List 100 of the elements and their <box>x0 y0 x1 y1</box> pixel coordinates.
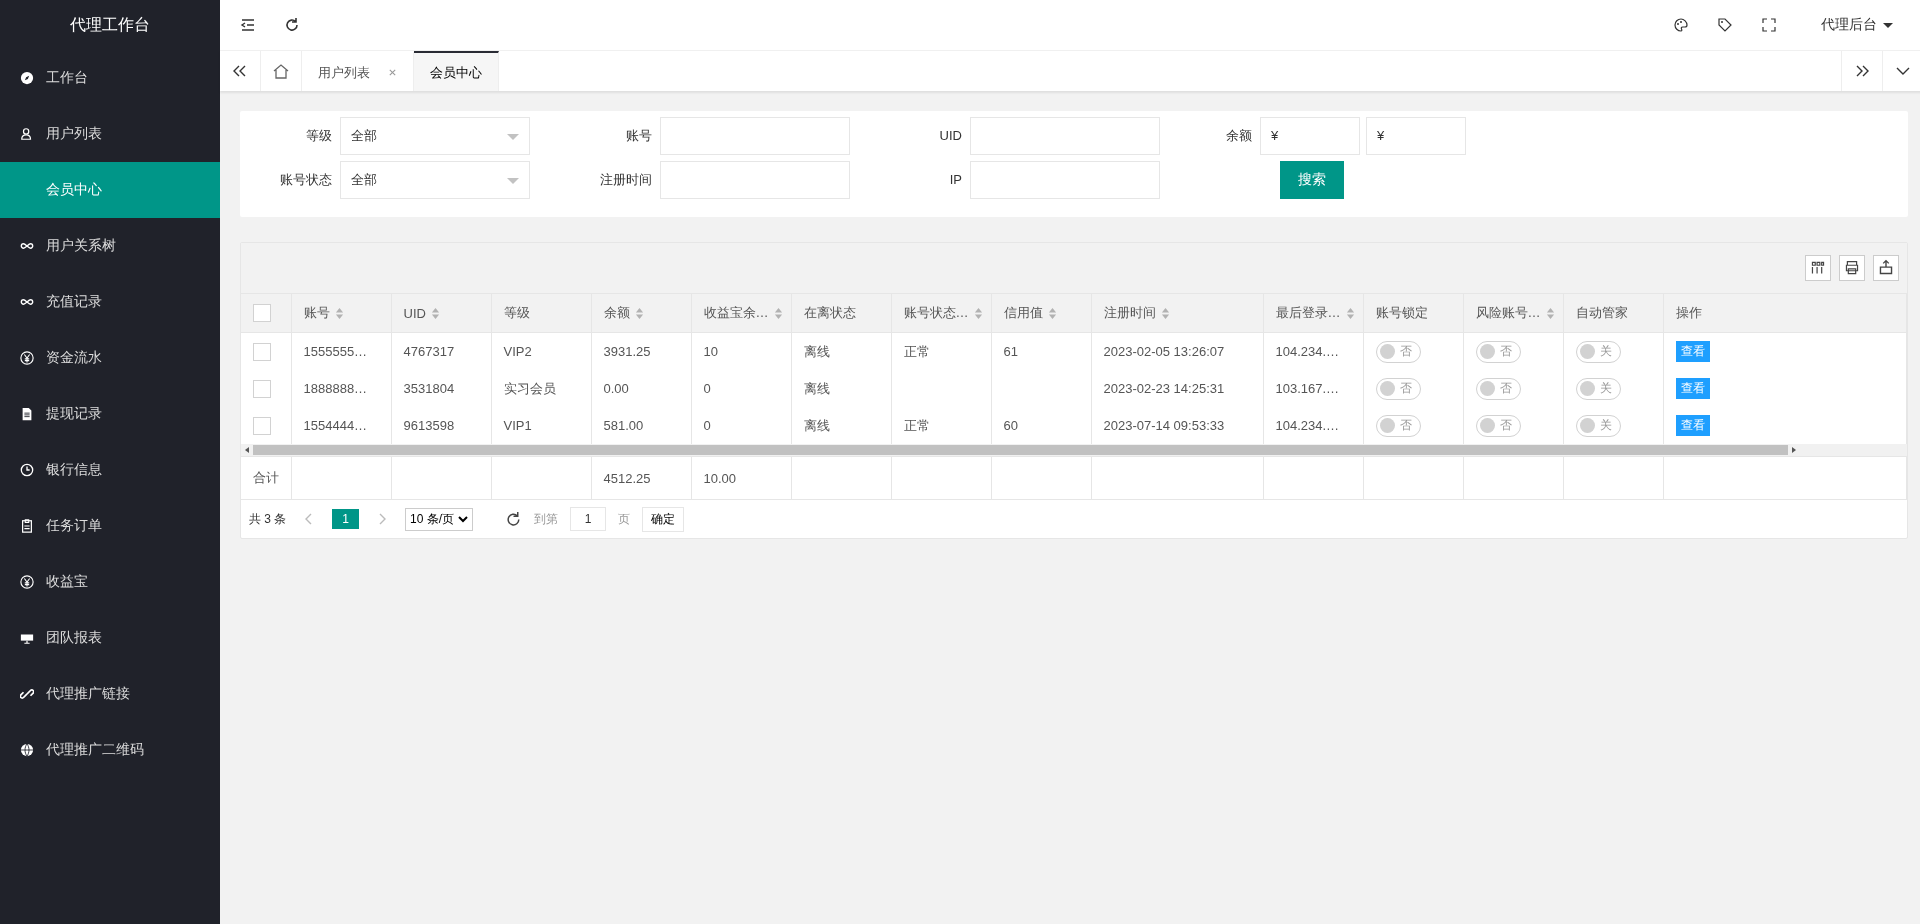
total-cell: 4512.25 <box>603 470 651 486</box>
print-icon[interactable] <box>1838 255 1865 281</box>
sort-icon[interactable] <box>1047 306 1057 320</box>
sort-icon[interactable] <box>973 306 983 320</box>
sort-icon[interactable] <box>773 306 783 320</box>
table-cell: 2023-02-23 14:25:31 <box>1103 381 1225 396</box>
column-header: 最后登录… <box>1275 304 1341 322</box>
total-count: 共 3 条 <box>249 510 287 528</box>
sidebar-item[interactable]: 代理推广二维码 <box>0 722 220 778</box>
menu-fold-icon[interactable] <box>240 17 256 33</box>
sort-icon[interactable] <box>430 306 440 320</box>
checkbox[interactable] <box>253 379 271 398</box>
horizontal-scrollbar[interactable] <box>241 444 1907 456</box>
table-cell: 1555555… <box>303 344 368 359</box>
user-icon <box>20 127 34 141</box>
sidebar-item[interactable]: 工作台 <box>0 50 220 106</box>
table-cell: 正常 <box>903 417 930 433</box>
input-field[interactable] <box>660 161 850 199</box>
table-cell: 104.234.… <box>1275 344 1340 359</box>
sort-icon[interactable] <box>1345 306 1355 320</box>
input-field[interactable] <box>970 117 1160 155</box>
table-cell: 正常 <box>903 343 930 359</box>
column-header: 操作 <box>1675 304 1702 322</box>
sort-icon[interactable] <box>1545 306 1555 320</box>
columns-icon[interactable] <box>1804 255 1831 281</box>
field-label: 余额 <box>1225 127 1253 145</box>
yen-icon <box>20 575 34 589</box>
table-cell: 9613598 <box>403 418 455 433</box>
table-cell: 2023-07-14 09:53:33 <box>1103 418 1225 433</box>
clipboard-icon <box>20 519 34 533</box>
table-cell: VIP2 <box>503 344 532 359</box>
amount-field[interactable]: ¥ <box>1366 117 1466 155</box>
table-cell: 3931.25 <box>603 344 651 359</box>
sidebar-item[interactable]: 代理推广链接 <box>0 666 220 722</box>
column-header: 在离状态 <box>803 304 856 322</box>
table-cell: 61 <box>1003 344 1018 359</box>
table-cell: 4767317 <box>403 344 455 359</box>
sidebar-item[interactable]: 充值记录 <box>0 274 220 330</box>
compass-icon <box>20 71 34 85</box>
field-label: 等级 <box>305 127 333 145</box>
sidebar-item[interactable]: 收益宝 <box>0 554 220 610</box>
fullscreen-icon[interactable] <box>1760 17 1777 33</box>
checkbox[interactable] <box>253 304 271 322</box>
field-label: 账号状态 <box>279 171 333 189</box>
clock-icon <box>20 463 34 477</box>
page-tab[interactable]: 会员中心 <box>414 51 499 91</box>
sidebar-item[interactable]: 资金流水 <box>0 330 220 386</box>
sidebar-item[interactable]: 提现记录 <box>0 386 220 442</box>
close-icon[interactable] <box>388 67 397 77</box>
link-icon <box>20 687 34 701</box>
table-cell: 实习会员 <box>503 380 556 396</box>
confirm-button[interactable]: 确定 <box>642 506 685 532</box>
sort-icon[interactable] <box>334 306 344 320</box>
sidebar-item[interactable]: 会员中心 <box>0 162 220 218</box>
table-cell: 0.00 <box>603 381 629 396</box>
user-menu[interactable]: 代理后台 <box>1804 16 1903 34</box>
table-cell: 104.234.… <box>1275 418 1340 433</box>
column-header: 收益宝余… <box>703 304 769 322</box>
column-header: UID <box>403 305 426 321</box>
export-icon[interactable] <box>1872 255 1899 281</box>
search-button[interactable]: 搜索 <box>1280 161 1344 199</box>
palette-icon[interactable] <box>1672 17 1689 33</box>
select-field[interactable]: 全部 <box>340 117 530 155</box>
page-input[interactable]: 1 <box>570 507 607 531</box>
table-cell: 10 <box>703 344 718 359</box>
tag-icon[interactable] <box>1716 17 1733 33</box>
sidebar-item[interactable]: 任务订单 <box>0 498 220 554</box>
column-header: 账号 <box>303 304 330 322</box>
checkbox[interactable] <box>253 342 271 361</box>
input-field[interactable] <box>970 161 1160 199</box>
sidebar-item[interactable]: 用户列表 <box>0 106 220 162</box>
caret-icon <box>458 514 469 524</box>
refresh-icon[interactable] <box>505 510 523 528</box>
table-cell: 581.00 <box>603 418 644 433</box>
sidebar-item[interactable]: 银行信息 <box>0 442 220 498</box>
sort-icon[interactable] <box>634 306 644 320</box>
table-cell: 1888888… <box>303 381 368 396</box>
sidebar-item[interactable]: 团队报表 <box>0 610 220 666</box>
checkbox[interactable] <box>253 416 271 435</box>
page-number[interactable]: 1 <box>332 509 360 529</box>
select-field[interactable]: 全部 <box>340 161 530 199</box>
column-header: 账号锁定 <box>1375 304 1428 322</box>
sort-icon[interactable] <box>1160 306 1170 320</box>
field-label: 注册时间 <box>599 171 653 189</box>
table-cell: 103.167.… <box>1275 381 1340 396</box>
table-cell: 2023-02-05 13:26:07 <box>1103 344 1225 359</box>
table-cell: 1554444… <box>303 418 368 433</box>
field-label: 账号 <box>625 127 653 145</box>
sidebar-item[interactable]: 用户关系树 <box>0 218 220 274</box>
column-header: 余额 <box>603 304 630 322</box>
input-field[interactable] <box>660 117 850 155</box>
column-header: 账号状态… <box>903 304 969 322</box>
page-size-select[interactable]: 10 条/页 <box>405 507 474 531</box>
table-cell: 60 <box>1003 418 1018 433</box>
amount-field[interactable]: ¥ <box>1260 117 1360 155</box>
table-cell: 0 <box>703 418 711 433</box>
total-cell: 10.00 <box>703 470 737 486</box>
refresh-icon[interactable] <box>284 17 300 33</box>
column-header: 注册时间 <box>1103 304 1156 322</box>
column-header: 自动管家 <box>1575 304 1628 322</box>
